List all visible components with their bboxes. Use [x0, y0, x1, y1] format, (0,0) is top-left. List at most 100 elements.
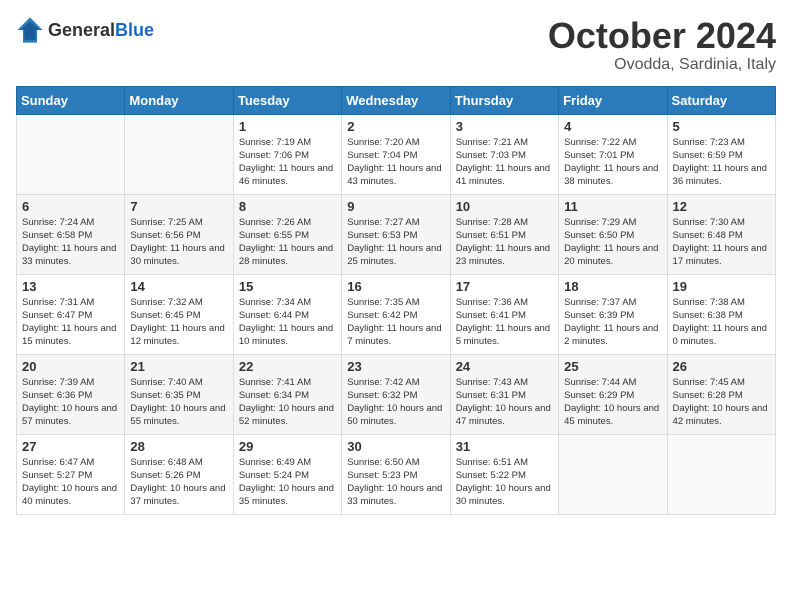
weekday-header: Thursday: [450, 86, 558, 114]
logo-icon: [16, 16, 44, 44]
calendar-cell: 28 Sunrise: 6:48 AM Sunset: 5:26 PM Dayli…: [125, 434, 233, 514]
day-number: 19: [673, 279, 770, 294]
calendar-cell: 27Sunrise: 6:47 AM Sunset: 5:27 PM Dayli…: [17, 434, 125, 514]
logo-text: GeneralBlue: [48, 20, 154, 41]
day-number: 22: [239, 359, 336, 374]
day-number: 25: [564, 359, 661, 374]
day-number: 6: [22, 199, 119, 214]
day-number: 29: [239, 439, 336, 454]
day-info: Sunrise: 7:44 AM Sunset: 6:29 PM Dayligh…: [564, 376, 661, 429]
logo: GeneralBlue: [16, 16, 154, 44]
day-info: Sunrise: 7:23 AM Sunset: 6:59 PM Dayligh…: [673, 136, 770, 189]
day-info: Sunrise: 7:20 AM Sunset: 7:04 PM Dayligh…: [347, 136, 444, 189]
weekday-header: Wednesday: [342, 86, 450, 114]
calendar-cell: 14 Sunrise: 7:32 AM Sunset: 6:45 PM Dayli…: [125, 274, 233, 354]
day-number: 17: [456, 279, 553, 294]
day-number: 23: [347, 359, 444, 374]
day-info: Sunrise: 7:39 AM Sunset: 6:36 PM Dayligh…: [22, 376, 119, 429]
day-info: Sunrise: 7:30 AM Sunset: 6:48 PM Dayligh…: [673, 216, 770, 269]
day-number: 8: [239, 199, 336, 214]
calendar-cell: [17, 114, 125, 194]
day-info: Sunrise: 7:36 AM Sunset: 6:41 PM Dayligh…: [456, 296, 553, 349]
day-number: 3: [456, 119, 553, 134]
day-number: 20: [22, 359, 119, 374]
day-info: Sunrise: 7:22 AM Sunset: 7:01 PM Dayligh…: [564, 136, 661, 189]
weekday-header-row: SundayMondayTuesdayWednesdayThursdayFrid…: [17, 86, 776, 114]
day-info: Sunrise: 7:37 AM Sunset: 6:39 PM Dayligh…: [564, 296, 661, 349]
calendar-cell: 18 Sunrise: 7:37 AM Sunset: 6:39 PM Dayli…: [559, 274, 667, 354]
day-info: Sunrise: 7:21 AM Sunset: 7:03 PM Dayligh…: [456, 136, 553, 189]
day-info: Sunrise: 6:48 AM Sunset: 5:26 PM Dayligh…: [130, 456, 227, 509]
calendar-cell: 9 Sunrise: 7:27 AM Sunset: 6:53 PM Daylig…: [342, 194, 450, 274]
day-info: Sunrise: 7:27 AM Sunset: 6:53 PM Dayligh…: [347, 216, 444, 269]
day-info: Sunrise: 7:45 AM Sunset: 6:28 PM Dayligh…: [673, 376, 770, 429]
day-number: 11: [564, 199, 661, 214]
month-title: October 2024: [548, 16, 776, 56]
calendar-week-row: 6 Sunrise: 7:24 AM Sunset: 6:58 PM Daylig…: [17, 194, 776, 274]
calendar-cell: 4 Sunrise: 7:22 AM Sunset: 7:01 PM Daylig…: [559, 114, 667, 194]
day-number: 24: [456, 359, 553, 374]
calendar-cell: 2 Sunrise: 7:20 AM Sunset: 7:04 PM Daylig…: [342, 114, 450, 194]
calendar-cell: 26Sunrise: 7:45 AM Sunset: 6:28 PM Dayli…: [667, 354, 775, 434]
day-number: 9: [347, 199, 444, 214]
weekday-header: Tuesday: [233, 86, 341, 114]
day-number: 10: [456, 199, 553, 214]
day-info: Sunrise: 6:50 AM Sunset: 5:23 PM Dayligh…: [347, 456, 444, 509]
calendar-week-row: 27Sunrise: 6:47 AM Sunset: 5:27 PM Dayli…: [17, 434, 776, 514]
day-info: Sunrise: 6:47 AM Sunset: 5:27 PM Dayligh…: [22, 456, 119, 509]
day-number: 1: [239, 119, 336, 134]
calendar-cell: 10 Sunrise: 7:28 AM Sunset: 6:51 PM Dayli…: [450, 194, 558, 274]
calendar-cell: 11 Sunrise: 7:29 AM Sunset: 6:50 PM Dayli…: [559, 194, 667, 274]
day-info: Sunrise: 7:24 AM Sunset: 6:58 PM Dayligh…: [22, 216, 119, 269]
calendar-cell: 3 Sunrise: 7:21 AM Sunset: 7:03 PM Daylig…: [450, 114, 558, 194]
day-number: 31: [456, 439, 553, 454]
day-number: 13: [22, 279, 119, 294]
day-info: Sunrise: 7:38 AM Sunset: 6:38 PM Dayligh…: [673, 296, 770, 349]
day-number: 18: [564, 279, 661, 294]
calendar-cell: 6 Sunrise: 7:24 AM Sunset: 6:58 PM Daylig…: [17, 194, 125, 274]
calendar-cell: 22Sunrise: 7:41 AM Sunset: 6:34 PM Dayli…: [233, 354, 341, 434]
calendar-cell: 30 Sunrise: 6:50 AM Sunset: 5:23 PM Dayli…: [342, 434, 450, 514]
day-number: 2: [347, 119, 444, 134]
day-info: Sunrise: 7:28 AM Sunset: 6:51 PM Dayligh…: [456, 216, 553, 269]
calendar-cell: [559, 434, 667, 514]
day-info: Sunrise: 7:35 AM Sunset: 6:42 PM Dayligh…: [347, 296, 444, 349]
calendar-cell: 20 Sunrise: 7:39 AM Sunset: 6:36 PM Dayli…: [17, 354, 125, 434]
day-info: Sunrise: 7:29 AM Sunset: 6:50 PM Dayligh…: [564, 216, 661, 269]
calendar-cell: 21Sunrise: 7:40 AM Sunset: 6:35 PM Dayli…: [125, 354, 233, 434]
day-number: 14: [130, 279, 227, 294]
day-info: Sunrise: 7:32 AM Sunset: 6:45 PM Dayligh…: [130, 296, 227, 349]
day-number: 4: [564, 119, 661, 134]
calendar-cell: 31Sunrise: 6:51 AM Sunset: 5:22 PM Dayli…: [450, 434, 558, 514]
day-info: Sunrise: 7:34 AM Sunset: 6:44 PM Dayligh…: [239, 296, 336, 349]
calendar-cell: 1 Sunrise: 7:19 AM Sunset: 7:06 PM Daylig…: [233, 114, 341, 194]
day-number: 28: [130, 439, 227, 454]
calendar-table: SundayMondayTuesdayWednesdayThursdayFrid…: [16, 86, 776, 515]
day-info: Sunrise: 7:25 AM Sunset: 6:56 PM Dayligh…: [130, 216, 227, 269]
page-header: GeneralBlue October 2024 Ovodda, Sardini…: [16, 16, 776, 74]
day-number: 16: [347, 279, 444, 294]
day-info: Sunrise: 7:19 AM Sunset: 7:06 PM Dayligh…: [239, 136, 336, 189]
calendar-cell: 23 Sunrise: 7:42 AM Sunset: 6:32 PM Dayli…: [342, 354, 450, 434]
day-number: 21: [130, 359, 227, 374]
calendar-cell: 5 Sunrise: 7:23 AM Sunset: 6:59 PM Daylig…: [667, 114, 775, 194]
calendar-cell: 24 Sunrise: 7:43 AM Sunset: 6:31 PM Dayli…: [450, 354, 558, 434]
day-info: Sunrise: 7:26 AM Sunset: 6:55 PM Dayligh…: [239, 216, 336, 269]
calendar-cell: 8 Sunrise: 7:26 AM Sunset: 6:55 PM Daylig…: [233, 194, 341, 274]
calendar-cell: 17 Sunrise: 7:36 AM Sunset: 6:41 PM Dayli…: [450, 274, 558, 354]
day-number: 5: [673, 119, 770, 134]
location-title: Ovodda, Sardinia, Italy: [548, 56, 776, 74]
day-info: Sunrise: 7:43 AM Sunset: 6:31 PM Dayligh…: [456, 376, 553, 429]
calendar-cell: 19 Sunrise: 7:38 AM Sunset: 6:38 PM Dayli…: [667, 274, 775, 354]
calendar-cell: [667, 434, 775, 514]
day-number: 30: [347, 439, 444, 454]
calendar-cell: [125, 114, 233, 194]
day-number: 7: [130, 199, 227, 214]
weekday-header: Monday: [125, 86, 233, 114]
day-number: 15: [239, 279, 336, 294]
calendar-cell: 16 Sunrise: 7:35 AM Sunset: 6:42 PM Dayli…: [342, 274, 450, 354]
day-info: Sunrise: 7:42 AM Sunset: 6:32 PM Dayligh…: [347, 376, 444, 429]
weekday-header: Sunday: [17, 86, 125, 114]
calendar-cell: 15 Sunrise: 7:34 AM Sunset: 6:44 PM Dayli…: [233, 274, 341, 354]
calendar-week-row: 20 Sunrise: 7:39 AM Sunset: 6:36 PM Dayli…: [17, 354, 776, 434]
